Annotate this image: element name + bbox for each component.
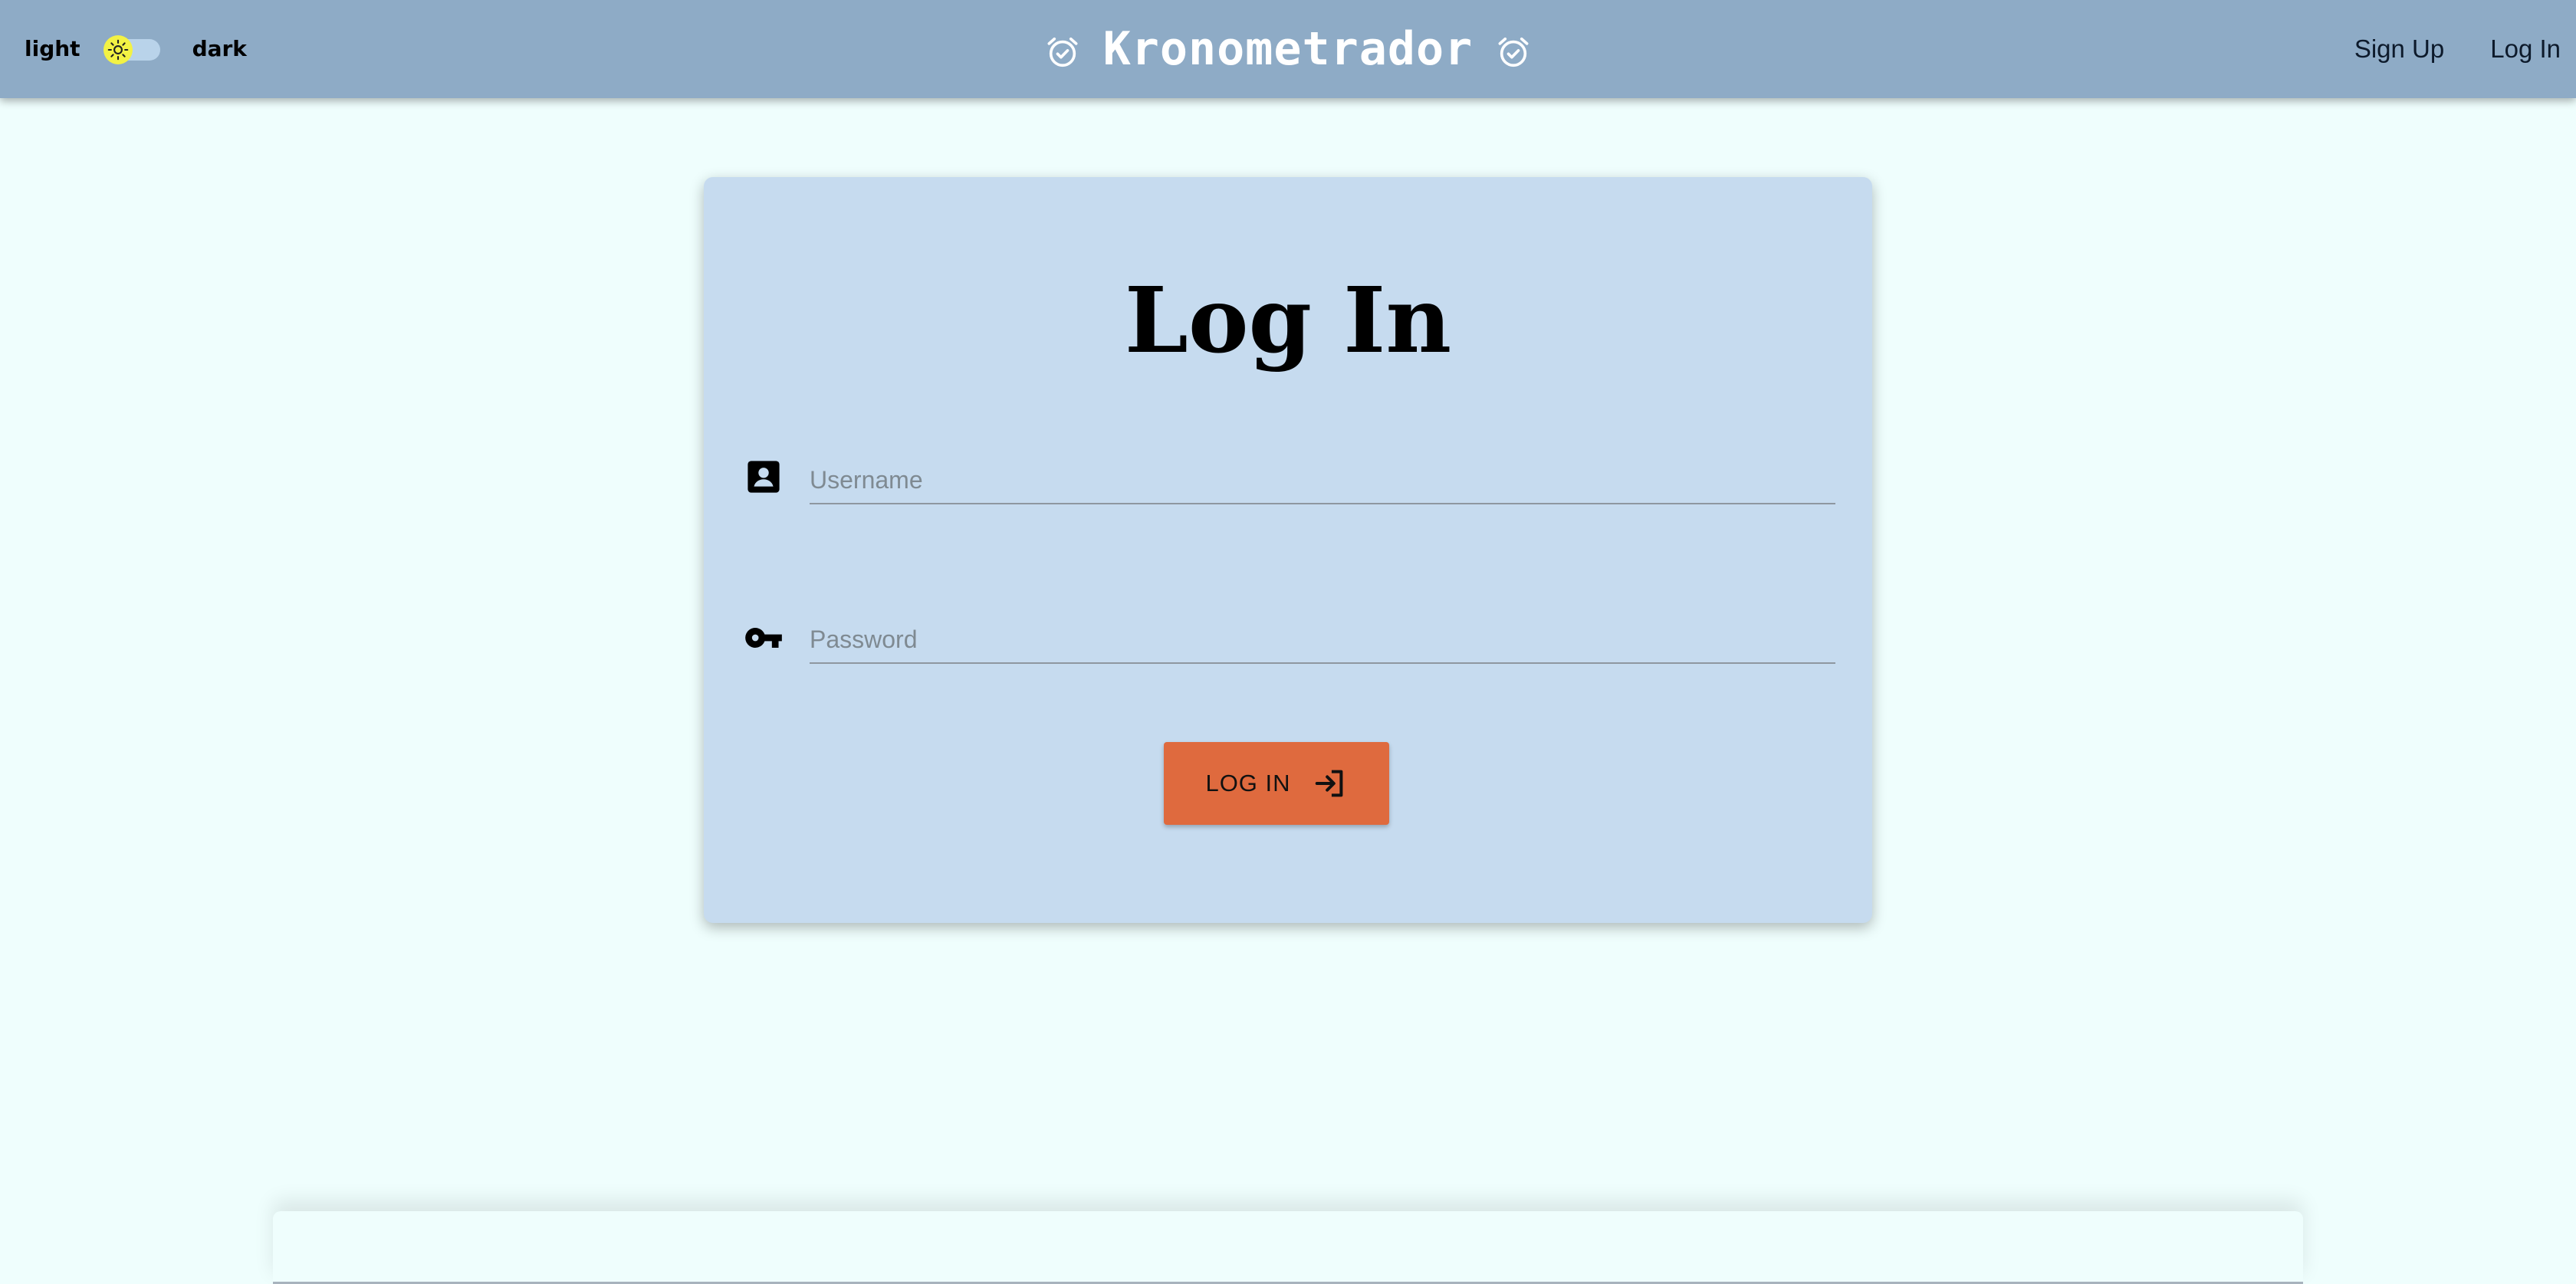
app-title: Kronometrador [1102, 22, 1474, 76]
password-field [0, 616, 2576, 678]
bottom-panel [273, 1211, 2303, 1284]
theme-toggle-thumb[interactable] [103, 35, 133, 64]
login-link[interactable]: Log In [2479, 28, 2571, 70]
alarm-check-icon [1498, 37, 1529, 67]
key-icon [745, 628, 782, 648]
theme-light-label: light [25, 36, 80, 61]
sun-icon [107, 39, 128, 61]
signup-link[interactable]: Sign Up [2344, 28, 2455, 70]
alarm-check-icon [1047, 37, 1078, 67]
theme-dark-label: dark [192, 36, 247, 61]
login-arrow-icon [1315, 770, 1342, 797]
top-nav: Sign Up Log In [2344, 0, 2576, 98]
brand: Kronometrador [0, 0, 2576, 98]
username-input[interactable] [810, 457, 1835, 504]
username-field [0, 457, 2576, 518]
theme-switch: light dark [25, 26, 247, 72]
login-button-label: LOG IN [1205, 770, 1291, 796]
page-title: Log In [1124, 267, 1452, 373]
theme-toggle[interactable] [103, 26, 163, 72]
contact-card-icon [748, 461, 780, 493]
app-bar: light dark Kronometrador Sign Up Log In [0, 0, 2576, 98]
login-button[interactable]: LOG IN [1164, 742, 1389, 825]
password-input[interactable] [810, 616, 1835, 664]
